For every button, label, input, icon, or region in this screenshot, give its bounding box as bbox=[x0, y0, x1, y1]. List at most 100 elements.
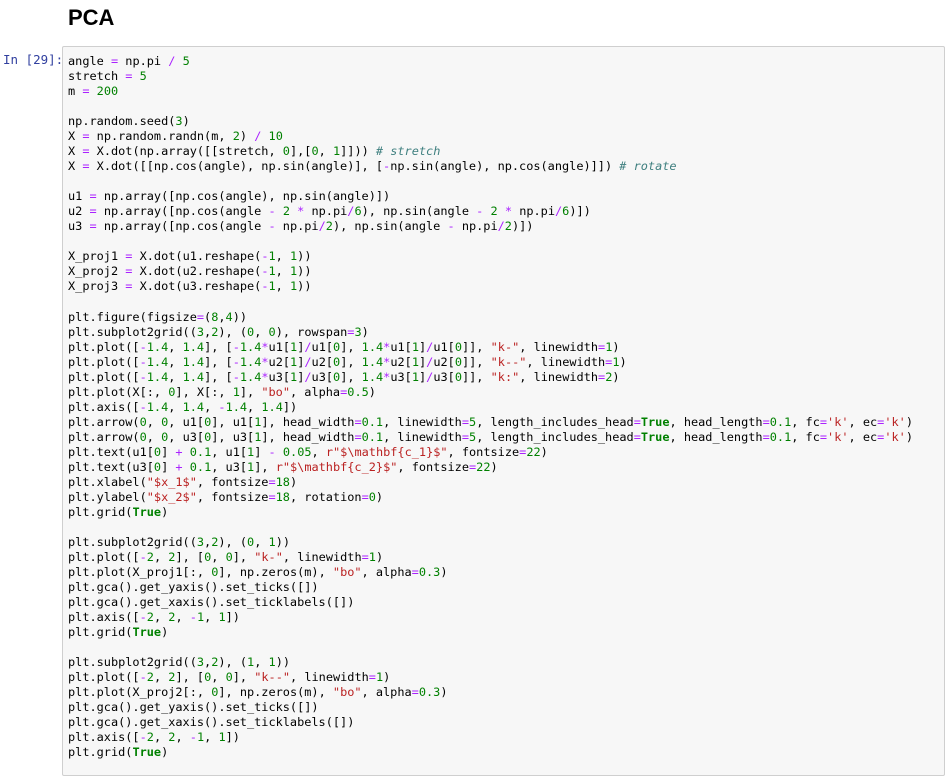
code-token: / bbox=[304, 369, 312, 384]
code-token: 3 bbox=[354, 324, 362, 339]
code-token: - bbox=[268, 204, 276, 219]
code-token: 2 bbox=[146, 550, 154, 565]
code-token: 1 bbox=[268, 655, 276, 670]
code-token: 0 bbox=[139, 429, 147, 444]
code-token: , bbox=[153, 670, 169, 685]
code-token: 0 bbox=[225, 670, 233, 685]
code-token: 0.1 bbox=[769, 429, 792, 444]
code-token: = bbox=[461, 414, 470, 429]
code-token: ]) bbox=[225, 610, 240, 625]
code-token: True bbox=[132, 504, 162, 519]
code-line: m = 200 bbox=[68, 84, 913, 99]
code-token: u3[ bbox=[390, 369, 412, 384]
code-line: plt.xlabel("$x_1$", fontsize=18) bbox=[68, 475, 913, 490]
code-cell[interactable]: angle = np.pi / 5 stretch = 5m = 200 np.r… bbox=[62, 46, 945, 776]
code-token: ) bbox=[905, 429, 913, 444]
code-token: , bbox=[254, 324, 269, 339]
code-editor[interactable]: angle = np.pi / 5 stretch = 5m = 200 np.r… bbox=[68, 54, 913, 760]
code-token: , bbox=[168, 354, 183, 369]
code-token: "k-" bbox=[254, 550, 283, 565]
code-token: 0.1 bbox=[361, 414, 384, 429]
code-token: , alpha bbox=[361, 565, 412, 580]
code-line: plt.plot([-1.4, 1.4], [-1.4*u1[1]/u1[0],… bbox=[68, 340, 913, 355]
code-token: ), ( bbox=[218, 535, 248, 549]
code-token: u3[ bbox=[433, 369, 455, 384]
code-line: plt.plot([-1.4, 1.4], [-1.4*u2[1]/u2[0],… bbox=[68, 355, 913, 370]
code-token: 0 bbox=[139, 414, 147, 429]
code-token: 1.4 bbox=[361, 339, 384, 354]
code-token: - bbox=[268, 219, 276, 234]
code-token: , fc bbox=[791, 414, 820, 429]
code-token: 2 bbox=[490, 204, 498, 219]
code-token: plt.subplot2grid(( bbox=[68, 324, 197, 339]
code-token: "bo" bbox=[332, 565, 362, 580]
code-token: ]])) bbox=[340, 144, 376, 159]
code-token: , bbox=[204, 730, 219, 745]
code-token: - bbox=[447, 219, 455, 234]
code-token: , bbox=[318, 144, 333, 159]
code-token: , bbox=[275, 264, 290, 279]
code-token: u1[ bbox=[311, 339, 334, 354]
code-token: "$x_1$" bbox=[146, 474, 197, 489]
code-token: 18 bbox=[275, 474, 290, 489]
code-token: plt.gca().get_xaxis().set_ticklabels([]) bbox=[68, 715, 355, 730]
code-token: = bbox=[762, 429, 770, 444]
code-token: - bbox=[139, 610, 147, 625]
code-token: ) bbox=[368, 384, 376, 399]
code-line: plt.grid(True) bbox=[68, 745, 913, 760]
code-token: 1.4 bbox=[146, 369, 169, 384]
code-token: 'k' bbox=[827, 429, 849, 444]
code-token: 0.3 bbox=[418, 565, 441, 580]
section-heading: PCA bbox=[68, 5, 115, 30]
code-token: 5 bbox=[182, 54, 190, 68]
code-token: = bbox=[82, 159, 90, 174]
code-token: X.dot([[np.cos(angle), np.sin(angle)], [ bbox=[89, 159, 384, 174]
code-token: np.array([np.cos(angle), np.sin(angle)]) bbox=[96, 189, 391, 204]
code-token: "k--" bbox=[254, 670, 291, 685]
code-token: ) bbox=[239, 129, 255, 144]
code-token: , fc bbox=[791, 429, 820, 444]
code-token: 0.1 bbox=[189, 459, 212, 474]
code-token: np.pi bbox=[454, 219, 498, 234]
code-token: 22 bbox=[476, 459, 491, 474]
code-token: = bbox=[354, 414, 362, 429]
code-token: plt.plot(X_proj2[:, bbox=[68, 685, 212, 700]
code-token: "bo" bbox=[261, 384, 290, 399]
code-token: - bbox=[139, 399, 147, 414]
code-token: , bbox=[275, 279, 290, 294]
code-token: 0 bbox=[153, 459, 162, 474]
code-token: * bbox=[261, 339, 269, 354]
code-line: X_proj1 = X.dot(u1.reshape(-1, 1)) bbox=[68, 249, 913, 264]
code-token: 3 bbox=[196, 535, 205, 549]
code-token: ), np.sin(angle bbox=[361, 204, 477, 219]
code-token: 'k' bbox=[884, 429, 906, 444]
code-token: 1.4 bbox=[146, 399, 169, 414]
code-token: / bbox=[318, 219, 326, 234]
code-token: ] bbox=[161, 444, 176, 459]
code-token: 1 bbox=[218, 610, 226, 625]
code-line: plt.plot(X[:, 0], X[:, 1], "bo", alpha=0… bbox=[68, 385, 913, 400]
code-token: ) bbox=[375, 550, 384, 565]
code-token: ], u1[ bbox=[211, 414, 255, 429]
code-token: np.pi bbox=[512, 204, 555, 219]
code-token: , linewidth bbox=[526, 354, 606, 369]
code-token: plt.subplot2grid(( bbox=[68, 655, 197, 670]
code-token: ), np.sin(angle bbox=[332, 219, 448, 234]
code-token: )]) bbox=[511, 219, 534, 234]
code-token: plt.plot([ bbox=[68, 670, 140, 685]
input-prompt: In [29]: bbox=[3, 52, 64, 67]
code-token: , head_length bbox=[669, 414, 763, 429]
code-token: u3[ bbox=[311, 369, 334, 384]
code-token: plt.plot([ bbox=[68, 354, 140, 369]
code-token: plt.axis([ bbox=[68, 730, 140, 745]
code-line: plt.plot([-2, 2], [0, 0], "k-", linewidt… bbox=[68, 550, 913, 565]
code-token: ], np.zeros(m), bbox=[218, 685, 333, 700]
code-token: # rotate bbox=[619, 159, 677, 174]
code-token: - bbox=[139, 670, 147, 685]
code-token: 2 bbox=[325, 219, 333, 234]
code-token: + bbox=[175, 444, 183, 459]
code-token: 3 bbox=[196, 655, 205, 670]
